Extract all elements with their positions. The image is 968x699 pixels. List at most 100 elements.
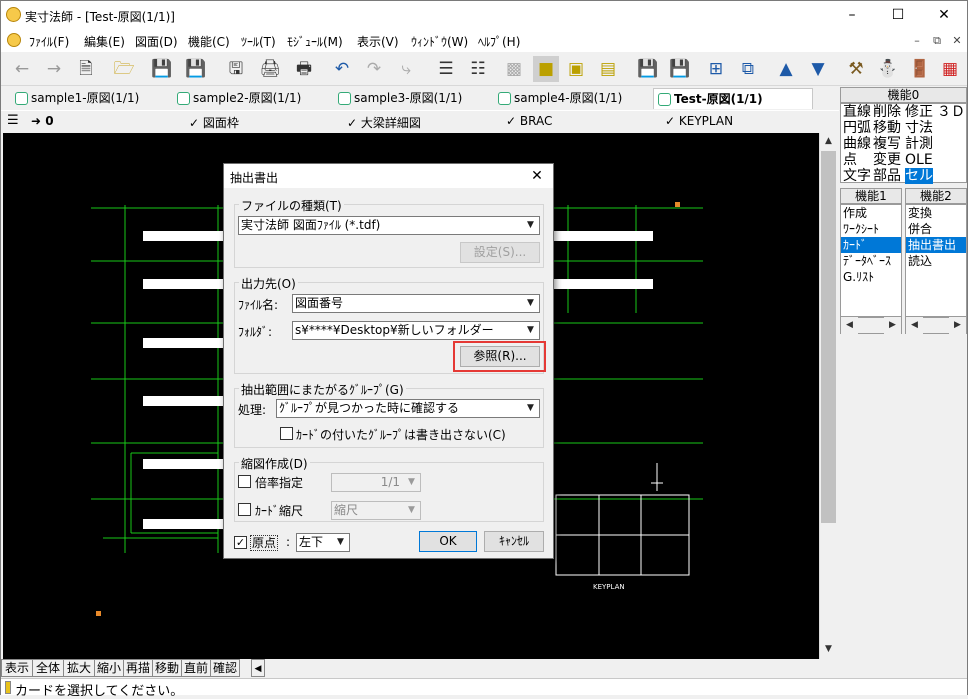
function0-item[interactable]: 寸法 <box>905 120 933 136</box>
worker-icon[interactable]: ⛄ <box>875 56 901 82</box>
hammer-icon[interactable]: ⚒ <box>843 56 869 82</box>
origin-checkbox[interactable]: ✓ <box>234 536 247 549</box>
tab-sample2[interactable]: sample2-原図(1/1) <box>173 88 301 109</box>
card-scale-checkbox[interactable] <box>238 503 251 516</box>
menu-drawing[interactable]: 図面(D) <box>135 33 178 50</box>
redo-icon[interactable]: ↷ <box>361 56 387 82</box>
function0-item[interactable]: 変更 <box>873 152 901 168</box>
card-scale-select[interactable]: 縮尺 ▼ <box>331 501 421 520</box>
print-preview-icon[interactable]: 🖶 <box>291 56 317 82</box>
chevron-down-icon[interactable]: ▼ <box>522 217 539 234</box>
command-button[interactable]: 確認 <box>210 659 240 677</box>
chevron-down-icon[interactable]: ▼ <box>332 534 349 551</box>
back-icon[interactable]: ← <box>9 56 35 82</box>
print-icon[interactable]: 🖨 <box>257 56 283 82</box>
layer-icon[interactable]: ☰ <box>433 56 459 82</box>
undo-icon[interactable]: ↶ <box>329 56 355 82</box>
function2-item[interactable]: 併合 <box>906 221 966 237</box>
close-button[interactable]: ✕ <box>921 1 967 30</box>
layer-keyplan[interactable]: ✓ KEYPLAN <box>665 114 733 128</box>
cancel-button[interactable]: ｷｬﾝｾﾙ <box>484 531 544 552</box>
cube-icon[interactable]: ▦ <box>937 56 963 82</box>
ok-button[interactable]: OK <box>419 531 477 552</box>
tab-test[interactable]: Test-原図(1/1) <box>653 88 813 109</box>
layer-brac[interactable]: ✓ BRAC <box>506 114 552 128</box>
function0-item[interactable]: 曲線 <box>843 136 871 152</box>
mdi-restore-button[interactable]: ⧉ <box>927 32 947 49</box>
window-up-icon[interactable]: ▲ <box>773 56 799 82</box>
fill-move-icon[interactable]: ▣ <box>563 56 589 82</box>
function0-item[interactable]: ３Ｄ <box>937 104 965 120</box>
scroll-left-button[interactable]: ◀ <box>906 317 923 334</box>
panel2-hscroll[interactable]: ◀ ▶ <box>905 317 967 334</box>
cascade-window-icon[interactable]: ⧉ <box>735 56 761 82</box>
function1-item[interactable]: ﾜｰｸｼｰﾄ <box>841 221 901 237</box>
dialog-close-button[interactable]: ✕ <box>524 166 550 186</box>
function0-item[interactable]: 複写 <box>873 136 901 152</box>
scroll-right-button[interactable]: ▶ <box>884 317 901 334</box>
function1-item[interactable]: ﾃﾞｰﾀﾍﾞｰｽ <box>841 253 901 269</box>
function2-item[interactable]: 変換 <box>906 205 966 221</box>
function2-item[interactable]: 読込 <box>906 253 966 269</box>
save-all-icon[interactable]: 💾 <box>183 56 209 82</box>
function2-item[interactable]: 抽出書出 <box>906 237 966 253</box>
fill-edit-icon[interactable]: ▤ <box>595 56 621 82</box>
function0-item[interactable]: 直線 <box>843 104 871 120</box>
menu-tools[interactable]: ﾂｰﾙ(T) <box>241 33 276 50</box>
tab-sample4[interactable]: sample4-原図(1/1) <box>494 88 622 109</box>
chevron-down-icon[interactable]: ▼ <box>522 295 539 312</box>
tab-sample1[interactable]: sample1-原図(1/1) <box>11 88 139 109</box>
function0-item[interactable]: 計測 <box>905 136 933 152</box>
function0-item[interactable]: 修正 <box>905 104 933 120</box>
command-button[interactable]: 表示 <box>1 659 33 677</box>
function0-item[interactable]: 点 <box>843 152 857 168</box>
command-scroll-left[interactable]: ◀ <box>251 659 265 677</box>
function0-item[interactable]: OLE <box>905 152 933 168</box>
settings-button[interactable]: 設定(S)... <box>460 242 540 263</box>
menu-view[interactable]: 表示(V) <box>357 33 399 50</box>
export-icon[interactable]: 🖫 <box>223 56 249 82</box>
function1-item[interactable]: ｶｰﾄﾞ <box>841 237 901 253</box>
minimize-button[interactable]: – <box>829 1 875 30</box>
function0-item[interactable]: 文字 <box>843 168 871 184</box>
chevron-down-icon[interactable]: ▼ <box>403 502 420 519</box>
panel1-hscroll[interactable]: ◀ ▶ <box>840 317 902 334</box>
card-group-label[interactable]: ｶｰﾄﾞの付いたｸﾞﾙｰﾌﾟは書き出さない(C) <box>296 426 506 443</box>
menu-module[interactable]: ﾓｼﾞｭｰﾙ(M) <box>287 33 343 50</box>
maximize-button[interactable]: ☐ <box>875 1 921 30</box>
function0-item[interactable]: 削除 <box>873 104 901 120</box>
menu-help[interactable]: ﾍﾙﾌﾟ(H) <box>478 33 520 50</box>
scroll-thumb[interactable] <box>821 151 836 523</box>
exit-door-icon[interactable]: 🚪 <box>907 56 933 82</box>
folder-select[interactable]: s¥****¥Desktop¥新しいフォルダー ▼ <box>292 321 540 340</box>
save-red-icon[interactable]: 💾 <box>635 56 661 82</box>
command-button[interactable]: 移動 <box>152 659 182 677</box>
save-red-all-icon[interactable]: 💾 <box>667 56 693 82</box>
canvas-vertical-scrollbar[interactable]: ▲ ▼ <box>819 133 837 659</box>
scroll-up-button[interactable]: ▲ <box>820 133 837 150</box>
layer-frame[interactable]: ✓ 図面枠 <box>189 114 239 131</box>
command-button[interactable]: 縮小 <box>94 659 124 677</box>
repeat-icon[interactable]: ⤷ <box>393 56 419 82</box>
save-icon[interactable]: 💾 <box>149 56 175 82</box>
menu-edit[interactable]: 編集(E) <box>84 33 125 50</box>
function0-item[interactable]: 部品 <box>873 168 901 184</box>
tab-sample3[interactable]: sample3-原図(1/1) <box>334 88 462 109</box>
scroll-right-button[interactable]: ▶ <box>949 317 966 334</box>
new-file-icon[interactable]: 🗎 <box>73 56 99 82</box>
layer-list-icon[interactable]: ☷ <box>465 56 491 82</box>
chevron-down-icon[interactable]: ▼ <box>522 322 539 339</box>
chevron-down-icon[interactable]: ▼ <box>403 474 420 491</box>
command-button[interactable]: 直前 <box>181 659 211 677</box>
chevron-down-icon[interactable]: ▼ <box>522 400 539 417</box>
mdi-minimize-button[interactable]: – <box>907 32 927 49</box>
tile-window-icon[interactable]: ⊞ <box>703 56 729 82</box>
card-group-checkbox[interactable] <box>280 427 293 440</box>
command-button[interactable]: 全体 <box>32 659 64 677</box>
current-layer[interactable]: ➜ 0 <box>31 114 54 128</box>
function0-item[interactable]: 円弧 <box>843 120 871 136</box>
function0-item[interactable]: セル <box>905 168 933 184</box>
image-icon[interactable]: ▩ <box>501 56 527 82</box>
menu-function[interactable]: 機能(C) <box>188 33 230 50</box>
function0-item[interactable]: 移動 <box>873 120 901 136</box>
